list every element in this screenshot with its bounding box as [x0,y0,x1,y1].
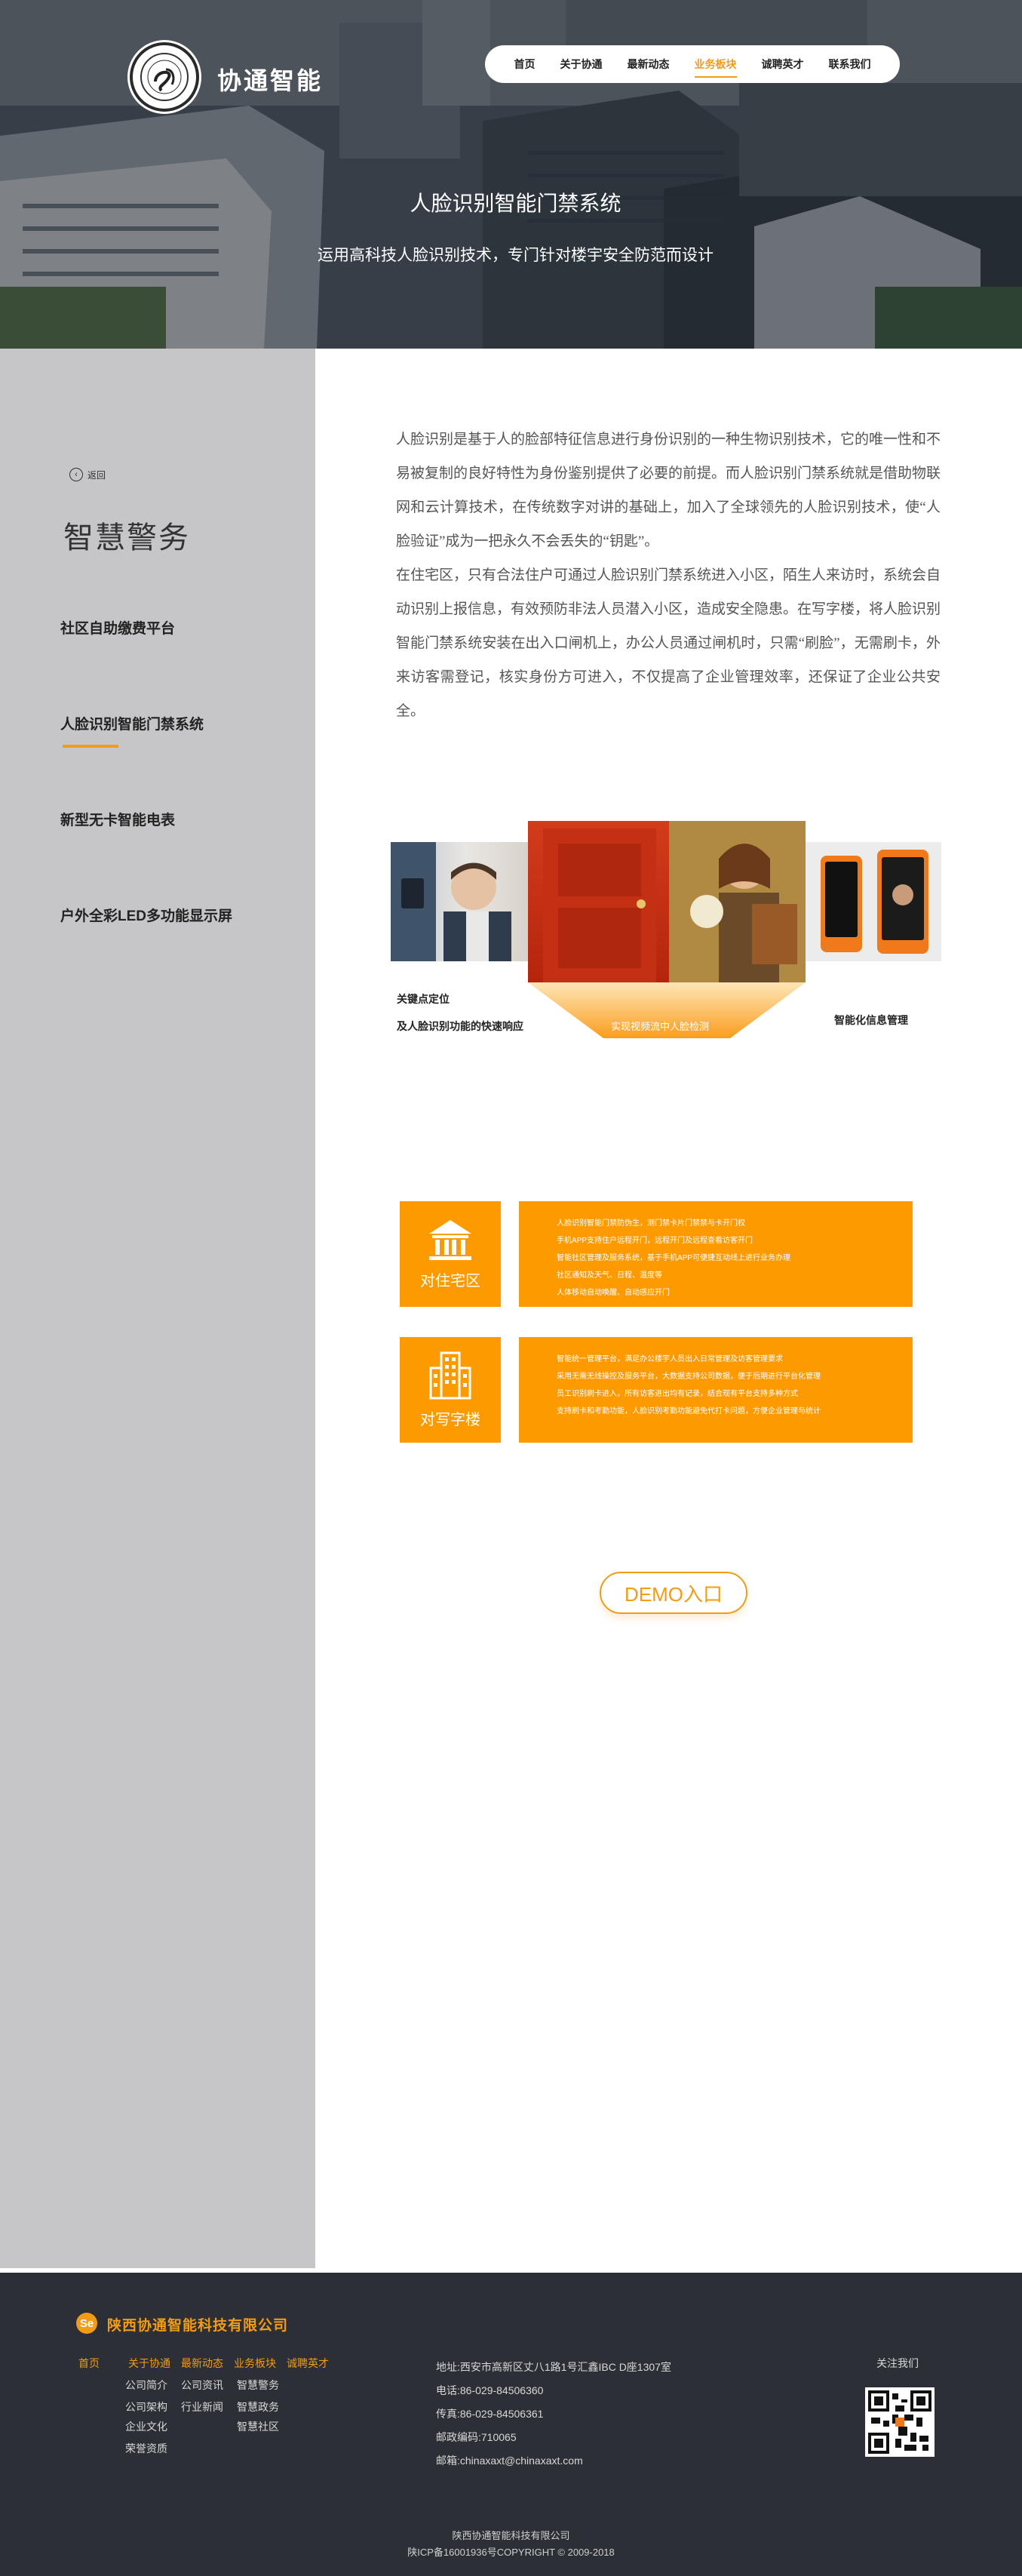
card-line: 人脸识别智能门禁防伪生，测门禁卡片门禁禁与卡开门权 [557,1219,745,1228]
sidebar: ‹ 返回 智慧警务 社区自助缴费平台 人脸识别智能门禁系统 新型无卡智能电表 户… [0,349,315,2268]
sidebar-title: 智慧警务 [63,521,190,555]
footer-phone: 电话:86-029-84506360 [436,2384,544,2396]
footer-nav-business[interactable]: 业务板块 [234,2356,276,2371]
nav-business[interactable]: 业务板块 [694,57,737,78]
footer-nav: 首页 关于协通 最新动态 业务板块 诚聘英才 [78,2356,329,2371]
footer-nav-home[interactable]: 首页 [78,2356,100,2371]
sidebar-item-community-payment[interactable]: 社区自助缴费平台 [60,617,175,638]
card-line: 社区通知及天气、日程、温度等 [557,1271,662,1280]
footer-contact-info: 地址:西安市高新区丈八1路1号汇鑫IBC D座1307室 电话:86-029-8… [436,2356,671,2473]
footer-link[interactable]: 智慧政务 [237,2397,279,2417]
footer-col-business: 智慧警务 智慧政务 智慧社区 [237,2375,279,2436]
main-nav: 首页 关于协通 最新动态 业务板块 诚聘英才 联系我们 [485,45,900,83]
residence-building-icon [429,1219,471,1260]
footer-nav-about[interactable]: 关于协通 [128,2356,170,2371]
face-recognition-device-photo [806,842,941,961]
card-line: 智能统一管理平台，满足办公楼宇人员出入日常管理及访客管理要求 [557,1355,783,1363]
office-tower-icon [429,1351,471,1399]
caption-fast-response: 及人脸识别功能的快速响应 [397,1020,523,1032]
office-card-label: 对写字楼 [420,1411,480,1428]
brand-name: 协通智能 [217,67,324,94]
intro-text: 人脸识别是基于人的脸部特征信息进行身份识别的一种生物识别技术，它的唯一性和不易被… [396,423,941,728]
nav-news[interactable]: 最新动态 [628,57,670,72]
red-door-photo [528,821,669,982]
card-line: 采用无需无线操控及服务平台，大数据支持公司数据，便于后期进行平台化管理 [557,1373,821,1381]
footer-follow-label: 关注我们 [876,2357,919,2369]
footer-link[interactable]: 荣誉资质 [125,2439,167,2458]
company-logo[interactable] [130,42,199,112]
footer-link[interactable]: 智慧警务 [237,2375,279,2395]
residence-card-icon: 对住宅区 [400,1201,501,1307]
chevron-left-icon: ‹ [69,468,83,481]
footer-link[interactable]: 公司架构 [125,2397,167,2417]
card-line: 支持刷卡和考勤功能，人脸识别考勤功能避免代打卡问题，方便企业管理与统计 [557,1407,821,1416]
footer-nav-news[interactable]: 最新动态 [181,2356,223,2371]
footer-link[interactable]: 公司资讯 [181,2375,223,2395]
demo-entry-button[interactable]: DEMO入口 [600,1572,747,1614]
back-label: 返回 [87,469,106,481]
footer: Se 陕西协通智能科技有限公司 首页 关于协通 最新动态 业务板块 诚聘英才 公… [0,2273,1022,2576]
card-line: 智能社区管理及服务系统，基于手机APP可便捷互动线上进行业务办理 [557,1254,791,1262]
back-link[interactable]: ‹ 返回 [69,468,106,481]
caption-info-management: 智能化信息管理 [834,1014,908,1026]
intro-paragraph: 人脸识别是基于人的脸部特征信息进行身份识别的一种生物识别技术，它的唯一性和不易被… [396,432,941,549]
office-card-icon: 对写字楼 [400,1337,501,1443]
woman-with-flowers-photo [669,821,806,982]
footer-link[interactable]: 智慧社区 [237,2417,279,2436]
footer-col-about: 公司简介 公司架构 企业文化 荣誉资质 [125,2375,167,2458]
footer-link[interactable]: 行业新闻 [181,2397,223,2417]
qr-code-icon [868,2390,931,2454]
footer-address: 地址:西安市高新区丈八1路1号汇鑫IBC D座1307室 [436,2361,671,2373]
footer-fax: 传真:86-029-84506361 [436,2408,544,2420]
card-line: 人体移动自动唤醒、自动感应开门 [557,1289,670,1297]
footer-link[interactable]: 企业文化 [125,2417,167,2436]
office-card-details: 智能统一管理平台，满足办公楼宇人员出入日常管理及访客管理要求 采用无需无线操控及… [519,1337,913,1443]
face-detection-funnel [528,982,806,1038]
dragon-seal-icon [140,53,189,101]
sidebar-item-face-access[interactable]: 人脸识别智能门禁系统 [60,713,204,748]
footer-company-name: 陕西协通智能科技有限公司 [107,2318,289,2334]
footer-email[interactable]: 邮箱:chinaxaxt@chinaxaxt.com [436,2449,671,2473]
qr-code-image[interactable] [865,2387,935,2457]
footer-copyright: 陕ICP备16001936号COPYRIGHT © 2009-2018 [407,2547,615,2558]
footer-col-news: 公司资讯 行业新闻 [181,2375,223,2417]
intro-paragraph: 在住宅区，只有合法住户可通过人脸识别门禁系统进入小区，陌生人来访时，系统会自动识… [396,567,941,719]
feature-collage: 关键点定位 及人脸识别功能的快速响应 实现视频流中人脸检测 智能化信息管理 [391,821,941,1047]
hero-banner: 协通智能 首页 关于协通 最新动态 业务板块 诚聘英才 联系我们 人脸识别智能门… [0,0,1022,349]
footer-copyright-company: 陕西协通智能科技有限公司 [452,2530,570,2541]
page-subtitle: 运用高科技人脸识别技术，专门针对楼宇安全防范而设计 [318,246,714,264]
footer-zip: 邮政编码:710065 [436,2431,517,2443]
card-line: 手机APP支持住户远程开门，远程开门及远程查看访客开门 [557,1237,753,1245]
footer-nav-careers[interactable]: 诚聘英才 [287,2356,329,2371]
caption-face-detection: 实现视频流中人脸检测 [611,1021,710,1032]
page-title: 人脸识别智能门禁系统 [410,192,621,215]
nav-about[interactable]: 关于协通 [560,57,603,72]
footer-link[interactable]: 公司简介 [125,2375,167,2395]
nav-contact[interactable]: 联系我们 [829,57,871,72]
nav-careers[interactable]: 诚聘英才 [762,57,804,72]
footer-logo-icon: Se [76,2313,97,2334]
sidebar-item-smart-meter[interactable]: 新型无卡智能电表 [60,809,175,829]
nav-home[interactable]: 首页 [514,57,536,72]
residence-card-label: 对住宅区 [420,1272,480,1290]
card-line: 员工识别刷卡进入，所有访客进出均有记录，结合现有平台支持多种方式 [557,1390,798,1398]
man-at-door-photo [391,842,528,961]
sidebar-item-led-display[interactable]: 户外全彩LED多功能显示屏 [60,905,232,925]
caption-keypoint: 关键点定位 [397,993,450,1005]
residence-card-details: 人脸识别智能门禁防伪生，测门禁卡片门禁禁与卡开门权 手机APP支持住户远程开门，… [519,1201,913,1307]
